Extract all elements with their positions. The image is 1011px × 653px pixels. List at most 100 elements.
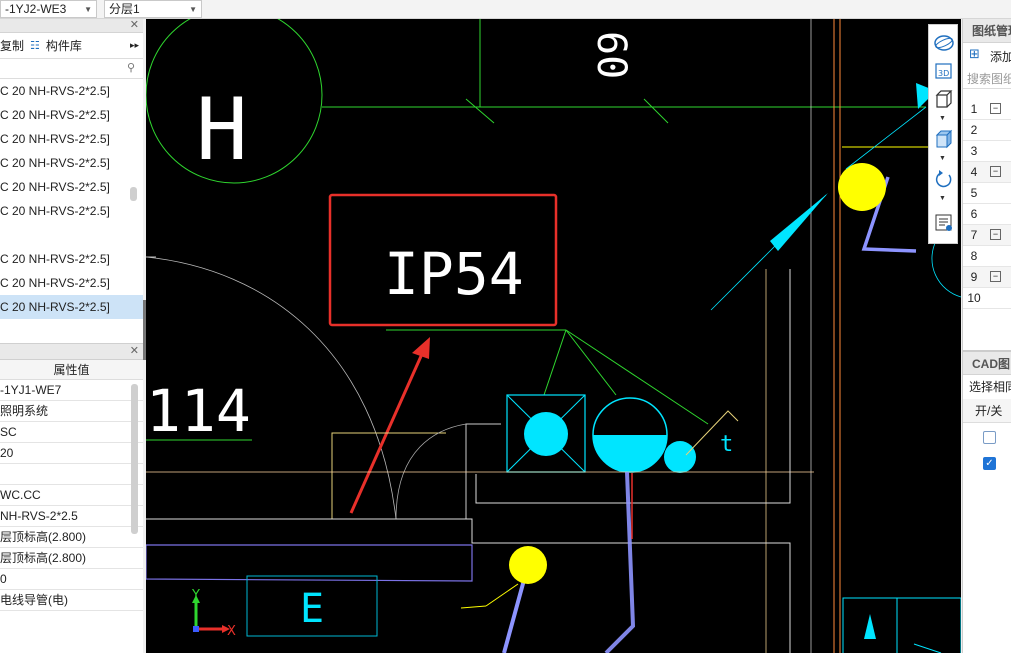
collapse-icon[interactable]: − <box>990 166 1001 177</box>
layer-toggle-checkbox[interactable]: ✓ <box>983 457 996 470</box>
close-icon[interactable]: ✕ <box>130 344 139 357</box>
component-list-item[interactable]: C 20 NH-RVS-2*2.5] <box>0 247 143 271</box>
leader-line <box>565 329 617 396</box>
component-list-item[interactable]: C 20 NH-RVS-2*2.5] <box>0 79 143 103</box>
row-number: 1 <box>970 102 978 116</box>
floor-combo[interactable]: 分层1 ▼ <box>104 0 202 18</box>
component-list: C 20 NH-RVS-2*2.5] C 20 NH-RVS-2*2.5] C 20… <box>0 79 143 343</box>
chevron-down-icon: ▼ <box>84 5 92 14</box>
floor-combo-value: 分层1 <box>109 2 140 16</box>
drawing-tree-row[interactable]: 8 <box>963 246 1011 267</box>
component-panel-header: ✕ <box>0 19 143 33</box>
drawing-tree-row[interactable]: 10 <box>963 288 1011 309</box>
drawing-tree-row[interactable]: 3 <box>963 141 1011 162</box>
property-value[interactable]: -1YJ1-WE7 <box>0 380 143 401</box>
leader-line <box>543 329 567 396</box>
drawing-tree-row[interactable]: 4− <box>963 162 1011 183</box>
view-3d-icon[interactable]: 3D <box>933 61 955 81</box>
lamp-fill <box>593 435 667 472</box>
property-scrollbar[interactable] <box>131 384 138 534</box>
door-arc <box>395 423 467 520</box>
leader-line <box>565 329 709 425</box>
component-list-item[interactable]: C 20 NH-RVS-2*2.5] <box>0 151 143 175</box>
add-label: 添加 <box>990 50 1011 64</box>
layer-combo-value: -1YJ2-WE3 <box>5 2 67 16</box>
chevron-down-icon[interactable]: ▼ <box>939 155 946 162</box>
drawing-tree: 1−2 3 4−5 6 7−8 9−10 <box>963 89 1011 351</box>
component-list-item[interactable]: C 20 NH-RVS-2*2.5] <box>0 175 143 199</box>
drawing-tree-row[interactable]: 6 <box>963 204 1011 225</box>
collapse-icon[interactable]: − <box>990 271 1001 282</box>
search-icon: ⚲ <box>126 62 135 74</box>
add-icon: ⊞ <box>969 46 980 61</box>
component-list-item[interactable]: C 20 NH-RVS-2*2.5] <box>0 127 143 151</box>
wall <box>146 518 791 653</box>
row-number: 4 <box>970 165 978 179</box>
property-value[interactable] <box>0 464 143 485</box>
yellow-line <box>485 583 519 607</box>
component-list-item[interactable]: C 20 NH-RVS-2*2.5] <box>0 199 143 223</box>
layer-list-icon[interactable] <box>933 213 955 233</box>
cyan-line <box>913 643 942 653</box>
light-fixture <box>524 412 568 456</box>
cad-canvas[interactable]: H 60 114 IP54 t E Y X <box>146 19 961 653</box>
rotate-icon[interactable] <box>933 169 955 189</box>
library-button[interactable]: 构件库 <box>46 37 82 54</box>
drawing-svg: H 60 114 IP54 t E Y X <box>146 19 961 653</box>
drawing-search-input[interactable]: 搜索图纸 <box>963 67 1011 89</box>
property-value[interactable]: 20 <box>0 443 143 464</box>
left-panel: ✕ 复制 ☷ 构件库 ▸▸ ⚲ C 20 NH-RVS-2*2.5] C 20 N… <box>0 19 143 653</box>
drawing-manager-title: 图纸管理 <box>963 19 1011 43</box>
property-value[interactable]: WC.CC <box>0 485 143 506</box>
row-number: 10 <box>967 291 981 305</box>
property-value[interactable]: 层顶标高(2.800) <box>0 527 143 548</box>
onoff-header: 开/关 <box>963 399 1011 423</box>
shaded-cube-icon[interactable] <box>933 129 955 149</box>
drawing-tree-row[interactable]: 5 <box>963 183 1011 204</box>
cad-layer-title: CAD图 <box>963 351 1011 375</box>
arc <box>931 240 961 298</box>
component-list-item[interactable]: C 20 NH-RVS-2*2.5] <box>0 103 143 127</box>
red-arrow-head <box>412 337 430 359</box>
component-search-input[interactable]: ⚲ <box>0 59 143 79</box>
layer-toggle-checkbox[interactable] <box>983 431 996 444</box>
component-list-item[interactable]: C 20 NH-RVS-2*2.5] <box>0 295 143 319</box>
close-icon[interactable]: ✕ <box>130 18 139 31</box>
row-number: 9 <box>970 270 978 284</box>
row-number: 5 <box>970 186 978 200</box>
select-same-button[interactable]: 选择相同 <box>963 375 1011 399</box>
property-value[interactable]: 照明系统 <box>0 401 143 422</box>
cyan-arrow <box>864 614 876 639</box>
orbit-icon[interactable] <box>933 33 955 53</box>
drawing-tree-row[interactable]: 9− <box>963 267 1011 288</box>
layer-combo[interactable]: -1YJ2-WE3 ▼ <box>0 0 97 18</box>
more-icon[interactable]: ▸▸ <box>130 40 139 51</box>
property-value[interactable]: 电线导管(电) <box>0 590 143 611</box>
red-arrow <box>349 344 428 514</box>
component-list-item[interactable] <box>0 223 143 247</box>
copy-button[interactable]: 复制 <box>0 37 24 54</box>
property-value[interactable]: NH-RVS-2*2.5 <box>0 506 143 527</box>
conduit <box>604 471 636 653</box>
property-value[interactable]: 0 <box>0 569 143 590</box>
add-drawing-button[interactable]: ⊞ 添加 <box>963 43 1011 67</box>
switch-label: t <box>720 432 733 457</box>
chevron-down-icon[interactable]: ▼ <box>939 195 946 202</box>
property-value[interactable]: SC <box>0 422 143 443</box>
chevron-down-icon[interactable]: ▼ <box>939 115 946 122</box>
cyan-leader <box>845 106 927 170</box>
rotated-text: 60 <box>588 31 634 79</box>
top-toolbar: -1YJ2-WE3 ▼ 分层1 ▼ <box>0 0 1011 19</box>
drawing-tree-row[interactable]: 2 <box>963 120 1011 141</box>
property-value[interactable]: 层顶标高(2.800) <box>0 548 143 569</box>
y-axis-label: Y <box>191 588 200 603</box>
cube-icon[interactable] <box>933 89 955 109</box>
collapse-icon[interactable]: − <box>990 103 1001 114</box>
room-label: IP54 <box>384 240 524 308</box>
collapse-icon[interactable]: − <box>990 229 1001 240</box>
component-toolbar: 复制 ☷ 构件库 ▸▸ <box>0 33 143 59</box>
drawing-tree-row[interactable]: 1− <box>963 99 1011 120</box>
drawing-tree-row[interactable]: 7− <box>963 225 1011 246</box>
list-scrollbar[interactable] <box>130 187 137 201</box>
component-list-item[interactable]: C 20 NH-RVS-2*2.5] <box>0 271 143 295</box>
